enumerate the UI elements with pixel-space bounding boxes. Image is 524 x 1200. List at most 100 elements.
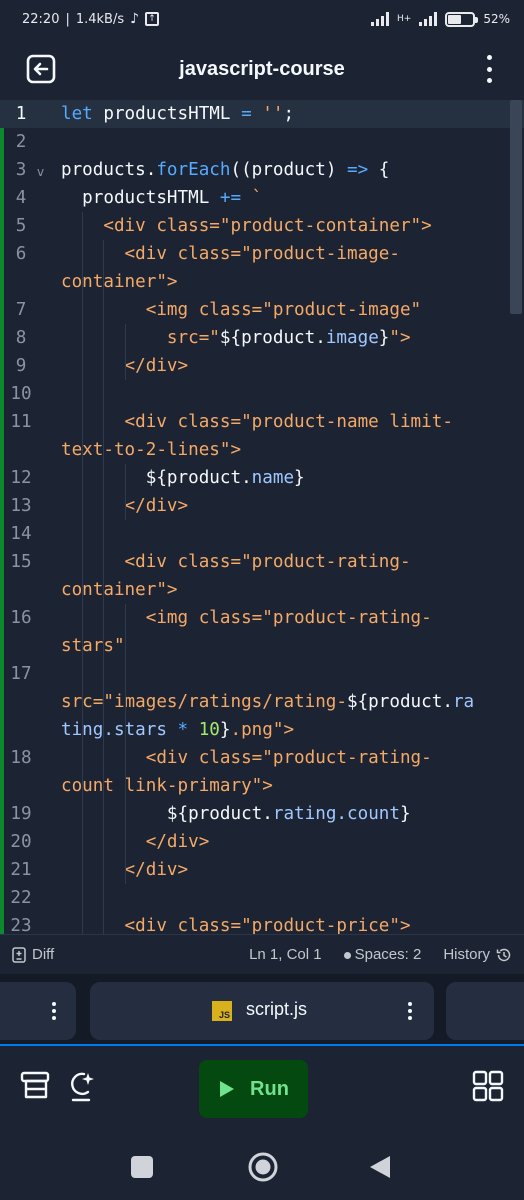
code-token: </div> bbox=[61, 832, 210, 852]
code-line[interactable]: 16 <img class="product-rating- bbox=[0, 604, 524, 632]
code-line[interactable]: 8 src="${product.image}"> bbox=[0, 324, 524, 352]
indent-guide bbox=[124, 604, 126, 884]
code-line[interactable]: 18 <div class="product-rating- bbox=[0, 744, 524, 772]
code-token: '' bbox=[262, 104, 284, 124]
clock: 22:20 bbox=[22, 11, 60, 27]
indent-guide bbox=[124, 464, 126, 520]
code-line[interactable]: 3 v products.forEach((product) => { bbox=[0, 156, 524, 184]
code-token: } bbox=[378, 328, 390, 348]
code-line[interactable]: 15 <div class="product-rating- bbox=[0, 548, 524, 576]
code-line[interactable]: 12 ${product.name} bbox=[0, 464, 524, 492]
code-text: <div class="product-rating- bbox=[61, 548, 411, 576]
line-number: 13 bbox=[10, 496, 32, 516]
code-token: ${product. bbox=[347, 692, 453, 712]
bottom-toolbar: Run bbox=[0, 1046, 524, 1134]
code-token: <div class="product-rating- bbox=[61, 552, 411, 572]
line-number: 5 bbox=[15, 216, 27, 236]
code-line[interactable]: ting.stars * 10}.png"> bbox=[0, 716, 524, 744]
cursor-position[interactable]: Ln 1, Col 1 bbox=[249, 946, 322, 963]
line-number: 2 bbox=[15, 132, 27, 152]
ai-assistant-button[interactable] bbox=[66, 1070, 100, 1104]
code-line[interactable]: 7 <img class="product-image" bbox=[0, 296, 524, 324]
code-text: ${product.rating.count} bbox=[61, 800, 411, 828]
tab-script-js[interactable]: JS script.js bbox=[90, 982, 434, 1040]
line-number: 6 bbox=[15, 244, 27, 264]
files-button[interactable] bbox=[20, 1070, 54, 1104]
code-line[interactable]: 19 ${product.rating.count} bbox=[0, 800, 524, 828]
code-token: <div class="product-image- bbox=[61, 244, 400, 264]
tab-next[interactable] bbox=[446, 982, 524, 1040]
editor-status-bar: Diff Ln 1, Col 1 Spaces: 2 History bbox=[0, 934, 524, 974]
code-line[interactable]: text-to-2-lines"> bbox=[0, 436, 524, 464]
code-line[interactable]: 21 </div> bbox=[0, 856, 524, 884]
code-text: container"> bbox=[61, 268, 178, 296]
code-line[interactable]: stars" bbox=[0, 632, 524, 660]
line-number: 19 bbox=[10, 804, 32, 824]
code-line[interactable]: container"> bbox=[0, 268, 524, 296]
signal-icon-2 bbox=[419, 12, 438, 26]
code-line[interactable]: 20 </div> bbox=[0, 828, 524, 856]
code-token: forEach bbox=[156, 160, 231, 180]
code-line[interactable]: 13 </div> bbox=[0, 492, 524, 520]
code-token: += bbox=[219, 188, 242, 208]
code-line[interactable]: 1 let productsHTML = ''; bbox=[0, 100, 524, 128]
code-token: => bbox=[347, 160, 369, 180]
tab-label: script.js bbox=[246, 999, 308, 1019]
code-line[interactable]: 10 bbox=[0, 380, 524, 408]
code-line[interactable]: 23 <div class="product-price"> bbox=[0, 912, 524, 934]
code-line[interactable]: count link-primary"> bbox=[0, 772, 524, 800]
line-number: 1 bbox=[15, 104, 27, 124]
run-label: Run bbox=[250, 1077, 289, 1100]
code-line[interactable]: 14 bbox=[0, 520, 524, 548]
line-number: 20 bbox=[10, 832, 32, 852]
code-token: ting.stars bbox=[61, 720, 178, 740]
tab-previous[interactable] bbox=[0, 982, 76, 1040]
stack-icon bbox=[20, 1071, 50, 1099]
fold-chevron-icon[interactable]: v bbox=[37, 158, 44, 186]
home-circle-icon bbox=[248, 1152, 278, 1182]
code-line[interactable]: 17 bbox=[0, 660, 524, 688]
home-button[interactable] bbox=[247, 1151, 279, 1183]
code-line[interactable]: 22 bbox=[0, 884, 524, 912]
code-token: 10 bbox=[198, 720, 220, 740]
diff-button[interactable]: Diff bbox=[12, 946, 54, 963]
code-line[interactable]: 6 <div class="product-image- bbox=[0, 240, 524, 268]
menu-button[interactable] bbox=[482, 52, 496, 86]
recents-button[interactable] bbox=[131, 1156, 153, 1178]
run-button[interactable]: Run bbox=[199, 1060, 308, 1118]
play-icon bbox=[220, 1081, 235, 1097]
code-text: count link-primary"> bbox=[61, 772, 273, 800]
editor-scrollbar[interactable] bbox=[510, 100, 522, 314]
tools-grid-button[interactable] bbox=[472, 1070, 506, 1104]
code-token: ${product. bbox=[219, 328, 326, 348]
code-line[interactable]: 4 productsHTML += ` bbox=[0, 184, 524, 212]
code-line[interactable]: 2 bbox=[0, 128, 524, 156]
line-number: 15 bbox=[10, 552, 32, 572]
app-header: javascript-course bbox=[0, 38, 524, 100]
indent-setting[interactable]: Spaces: 2 bbox=[343, 946, 421, 963]
code-token: let bbox=[61, 104, 104, 124]
tab-menu-icon[interactable] bbox=[408, 1002, 413, 1020]
line-number: 14 bbox=[10, 524, 32, 544]
code-text: ting.stars * 10}.png"> bbox=[61, 716, 294, 744]
history-button[interactable]: History bbox=[443, 946, 512, 963]
code-line[interactable]: 11 <div class="product-name limit- bbox=[0, 408, 524, 436]
grid-icon bbox=[472, 1070, 504, 1102]
code-line[interactable]: 9 </div> bbox=[0, 352, 524, 380]
indent-guide bbox=[103, 240, 105, 934]
code-editor[interactable]: 1 let productsHTML = ''; 2 3 v products.forEa… bbox=[0, 100, 524, 934]
code-line[interactable]: 5 <div class="product-container"> bbox=[0, 212, 524, 240]
code-line[interactable]: src="images/ratings/rating-${product.ra bbox=[0, 688, 524, 716]
exit-button[interactable] bbox=[24, 52, 58, 86]
line-number: 21 bbox=[10, 860, 32, 880]
code-line[interactable]: container"> bbox=[0, 576, 524, 604]
code-token: name bbox=[251, 468, 295, 488]
code-token: } bbox=[294, 468, 305, 488]
tab-menu-icon[interactable] bbox=[52, 1002, 57, 1020]
code-token: image bbox=[325, 328, 379, 348]
battery-percent: 52% bbox=[483, 12, 510, 26]
line-number: 16 bbox=[10, 608, 32, 628]
back-button[interactable] bbox=[368, 1154, 392, 1180]
line-number: 22 bbox=[10, 888, 32, 908]
code-token: products. bbox=[61, 160, 157, 180]
